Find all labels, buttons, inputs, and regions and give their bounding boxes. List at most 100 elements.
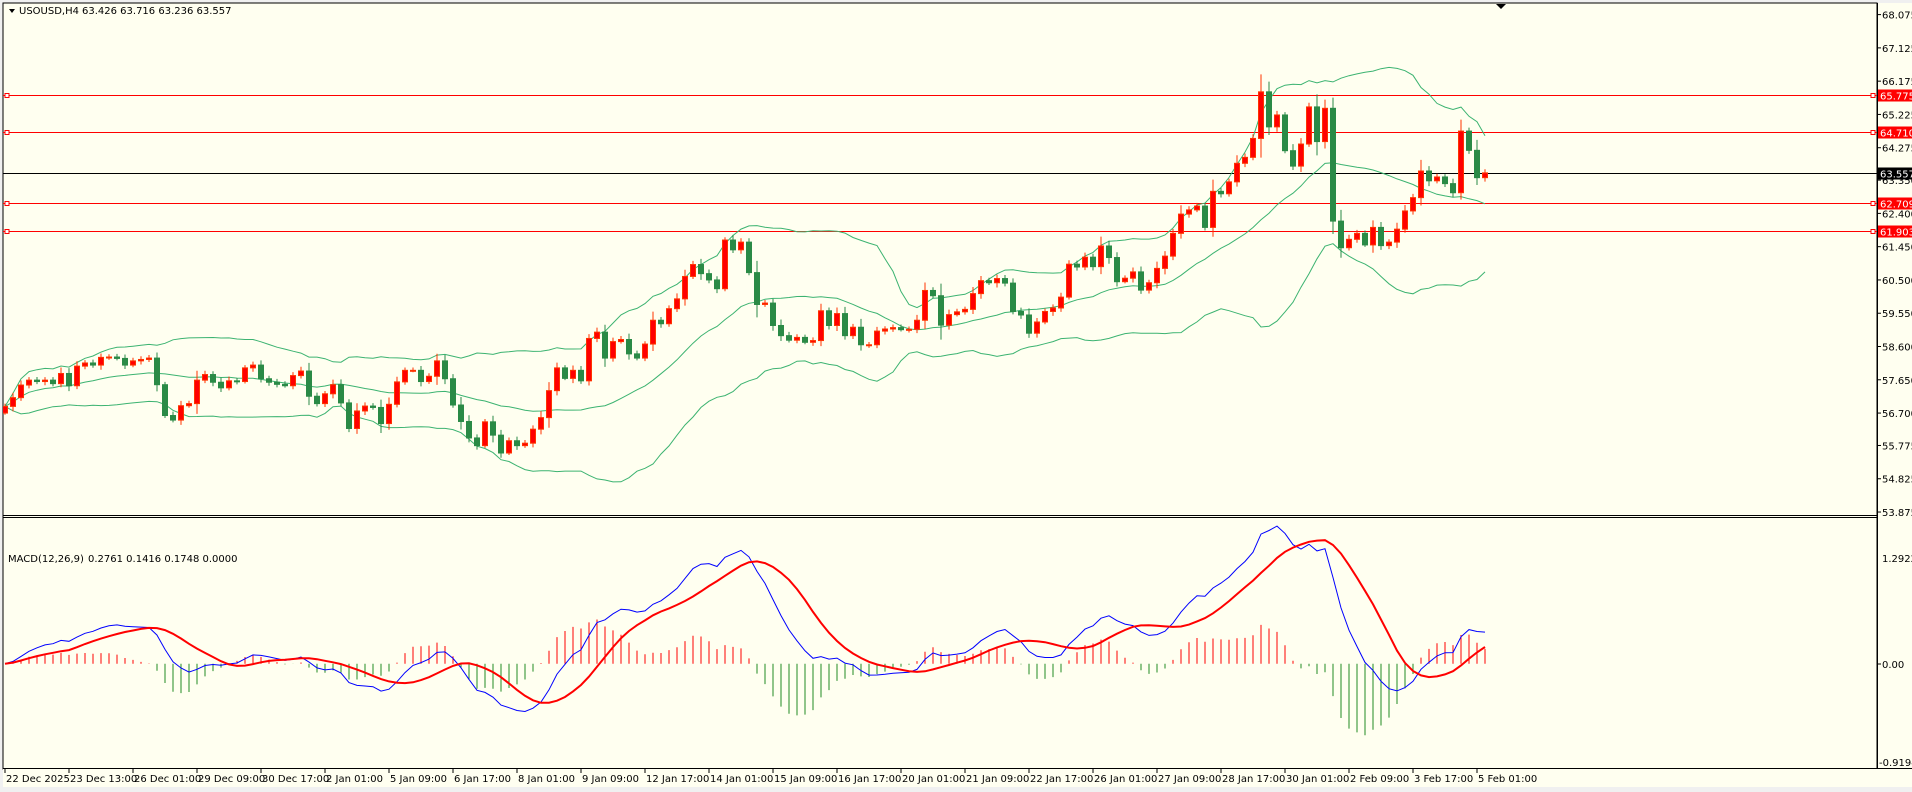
candle-bear xyxy=(498,434,504,454)
time-label: 30 Dec 17:00 xyxy=(262,774,329,785)
candle-bull xyxy=(290,375,296,387)
time-label: 30 Jan 01:00 xyxy=(1286,774,1349,785)
candle-bear xyxy=(1314,106,1320,143)
candle-bull xyxy=(1146,282,1152,291)
price-label: 64.275 xyxy=(1882,144,1912,155)
candle-bear xyxy=(1114,257,1120,283)
time-label: 26 Dec 01:00 xyxy=(134,774,201,785)
candle-bear xyxy=(1338,220,1344,249)
candle-bull xyxy=(554,367,560,392)
candle-bear xyxy=(1426,170,1432,182)
candle-bear xyxy=(114,356,120,359)
candle-bear xyxy=(898,327,904,331)
chart-window[interactable]: 68.07567.12566.17565.22564.27563.35062.4… xyxy=(0,0,1912,792)
candle-bear xyxy=(90,362,96,366)
candle-bull xyxy=(690,264,696,277)
time-label: 14 Jan 01:00 xyxy=(710,774,773,785)
candle-bull xyxy=(586,337,592,382)
candle-bull xyxy=(18,384,24,399)
macd-axis-min: -0.9194 xyxy=(1879,758,1912,769)
candle-bull xyxy=(970,293,976,310)
time-label: 15 Jan 09:00 xyxy=(774,774,837,785)
candle-bull xyxy=(98,356,104,366)
candle-bull xyxy=(682,275,688,300)
candle-bull xyxy=(1058,296,1064,309)
candle-bull xyxy=(402,369,408,383)
candle-bull xyxy=(298,370,304,377)
candle-bear xyxy=(450,378,456,406)
candle-bull xyxy=(1298,143,1304,167)
candle-bull xyxy=(146,357,152,360)
candle-bear xyxy=(698,264,704,275)
candle-bull xyxy=(1482,172,1488,179)
candle-bear xyxy=(602,331,608,359)
candle-bear xyxy=(1282,114,1288,152)
candle-bull xyxy=(618,339,624,343)
candle-bear xyxy=(34,379,40,383)
candle-bull xyxy=(426,375,432,383)
candle-bull xyxy=(434,360,440,377)
candle-bear xyxy=(658,319,664,325)
line-handle-left xyxy=(4,201,10,206)
candle-bear xyxy=(930,289,936,297)
candle-bull xyxy=(1386,241,1392,247)
time-label: 27 Jan 09:00 xyxy=(1158,774,1221,785)
candle-bull xyxy=(922,289,928,321)
candle-bull xyxy=(1130,271,1136,279)
candle-bear xyxy=(266,378,272,383)
candle-bear xyxy=(1026,314,1032,334)
candle-bear xyxy=(1218,190,1224,195)
price-label: 54.825 xyxy=(1882,475,1912,486)
time-label: 2 Jan 01:00 xyxy=(326,774,383,785)
candle-bull xyxy=(82,362,88,367)
candle-bull xyxy=(10,397,16,407)
candle-bull xyxy=(138,358,144,362)
candle-bull xyxy=(522,442,528,447)
candle-bull xyxy=(866,344,872,347)
candle-bull xyxy=(42,379,48,383)
candle-bull xyxy=(1194,205,1200,211)
candle-bull xyxy=(594,331,600,339)
price-tag-text: 62.709 xyxy=(1880,200,1912,211)
price-tag-text: 63.557 xyxy=(1880,170,1912,181)
line-handle-right xyxy=(1870,130,1876,135)
candle-bull xyxy=(762,302,768,305)
candle-bull xyxy=(666,308,672,325)
candle-bear xyxy=(1074,263,1080,268)
candle-bull xyxy=(1210,190,1216,228)
candle-bull xyxy=(1034,321,1040,334)
candle-bull xyxy=(1162,255,1168,269)
candle-bull xyxy=(250,364,256,369)
candle-bull xyxy=(1122,277,1128,283)
candle-bull xyxy=(330,384,336,395)
price-label: 65.225 xyxy=(1882,110,1912,121)
candle-bear xyxy=(754,272,760,305)
candle-bull xyxy=(794,336,800,341)
price-label: 61.450 xyxy=(1882,243,1912,254)
candle-bear xyxy=(466,420,472,439)
candle-bull xyxy=(1434,176,1440,182)
symbol-label: USOUSD,H4 xyxy=(19,6,79,17)
candle-bear xyxy=(714,279,720,290)
line-handle-left xyxy=(4,130,10,135)
candle-bull xyxy=(74,365,80,387)
candle-bull xyxy=(906,328,912,331)
time-label: 5 Jan 09:00 xyxy=(390,774,447,785)
candle-bull xyxy=(1394,228,1400,243)
candle-bear xyxy=(314,395,320,405)
price-label: 56.700 xyxy=(1882,409,1912,420)
candle-bear xyxy=(418,369,424,383)
price-label: 58.600 xyxy=(1882,343,1912,354)
candle-bull xyxy=(994,278,1000,284)
candle-bear xyxy=(1010,282,1016,312)
time-label: 28 Jan 17:00 xyxy=(1222,774,1285,785)
price-label: 53.875 xyxy=(1882,508,1912,519)
candle-bull xyxy=(962,308,968,313)
candle-bear xyxy=(442,360,448,380)
candle-bull xyxy=(3,405,8,414)
price-label: 66.175 xyxy=(1882,77,1912,88)
candle-bull xyxy=(322,393,328,405)
candle-bull xyxy=(1306,106,1312,145)
time-label: 5 Feb 01:00 xyxy=(1478,774,1537,785)
time-label: 22 Dec 2025 xyxy=(6,774,70,785)
